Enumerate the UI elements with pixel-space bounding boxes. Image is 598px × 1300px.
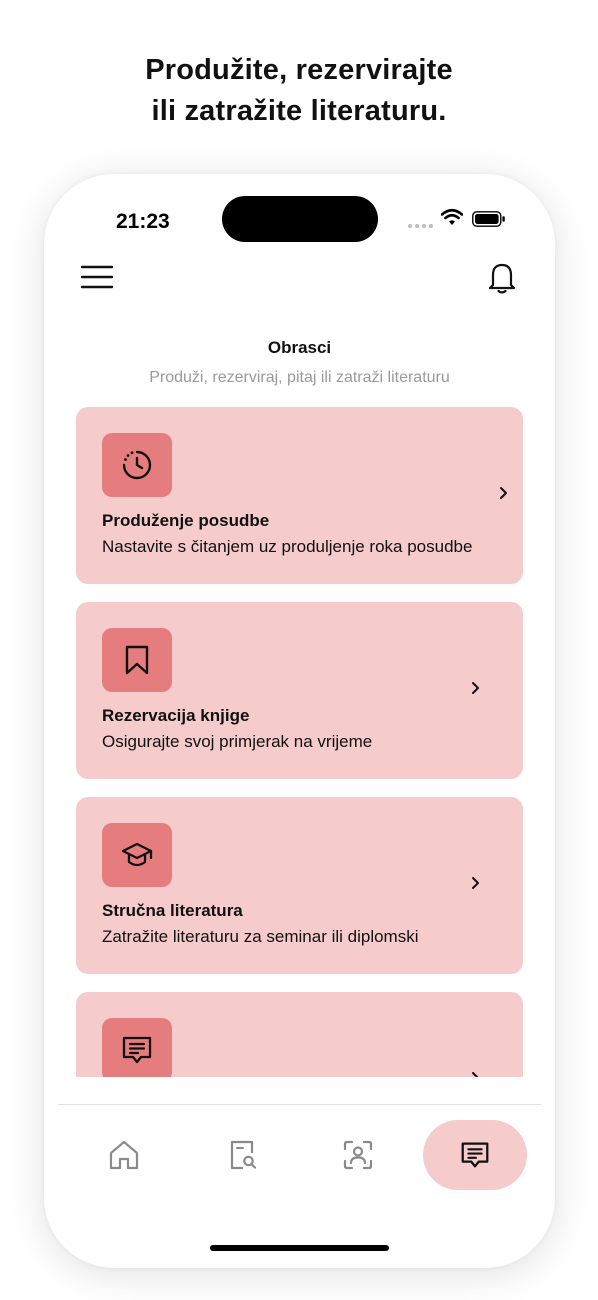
card-title: Stručna literatura xyxy=(102,901,243,920)
promo-headline-line-1: Produžite, rezervirajte xyxy=(145,54,453,86)
home-indicator xyxy=(210,1245,389,1251)
chevron-right-icon xyxy=(500,487,507,499)
message-icon xyxy=(461,1142,489,1168)
page-title: Obrasci xyxy=(267,338,332,357)
status-time: 21:23 xyxy=(116,210,170,233)
chevron-right-icon xyxy=(472,1072,479,1077)
promo-headline: Produžite, rezervirajte ili zatražite li… xyxy=(0,50,598,132)
card-book-reservation[interactable]: Rezervacija knjige Osigurajte svoj primj… xyxy=(76,602,523,779)
bookmark-icon xyxy=(125,645,149,675)
tab-home[interactable] xyxy=(94,1120,154,1190)
card-description: Zatražite literaturu za seminar ili dipl… xyxy=(102,927,419,946)
graduation-cap-icon xyxy=(121,842,153,867)
card-icon-tile xyxy=(102,823,172,887)
chevron-right-icon xyxy=(472,877,479,889)
page-subtitle: Produži, rezerviraj, pitaj ili zatraži l… xyxy=(149,369,450,386)
dynamic-island xyxy=(222,196,378,242)
card-ask-librarian[interactable] xyxy=(76,992,523,1077)
tab-forms[interactable] xyxy=(423,1120,527,1190)
promo-headline-line-2: ili zatražite literaturu. xyxy=(151,95,447,127)
card-title: Produženje posudbe xyxy=(102,511,270,530)
hamburger-menu-icon[interactable] xyxy=(80,264,114,290)
tab-scan[interactable] xyxy=(328,1120,388,1190)
forms-list: Produženje posudbe Nastavite s čitanjem … xyxy=(76,407,523,1077)
chevron-right-icon xyxy=(472,682,479,694)
tab-bar-divider xyxy=(58,1104,541,1105)
card-loan-extension[interactable]: Produženje posudbe Nastavite s čitanjem … xyxy=(76,407,523,584)
card-icon-tile xyxy=(102,433,172,497)
document-search-icon xyxy=(230,1140,257,1170)
signal-dots-icon xyxy=(408,224,433,228)
card-description: Osigurajte svoj primjerak na vrijeme xyxy=(102,732,373,751)
battery-icon xyxy=(472,211,505,227)
tab-catalog-search[interactable] xyxy=(212,1120,272,1190)
card-icon-tile xyxy=(102,1018,172,1077)
home-icon xyxy=(109,1140,139,1170)
phone-frame: 21:23 Obrasci Produži, rezerviraj, pitaj… xyxy=(44,174,555,1268)
scan-user-icon xyxy=(343,1140,373,1170)
timer-icon xyxy=(122,450,152,480)
card-icon-tile xyxy=(102,628,172,692)
wifi-icon xyxy=(441,208,463,225)
bell-icon[interactable] xyxy=(484,260,520,296)
card-description: Nastavite s čitanjem uz produljenje roka… xyxy=(102,537,473,556)
card-title: Rezervacija knjige xyxy=(102,706,250,725)
card-professional-literature[interactable]: Stručna literatura Zatražite literaturu … xyxy=(76,797,523,974)
message-icon xyxy=(122,1036,152,1064)
